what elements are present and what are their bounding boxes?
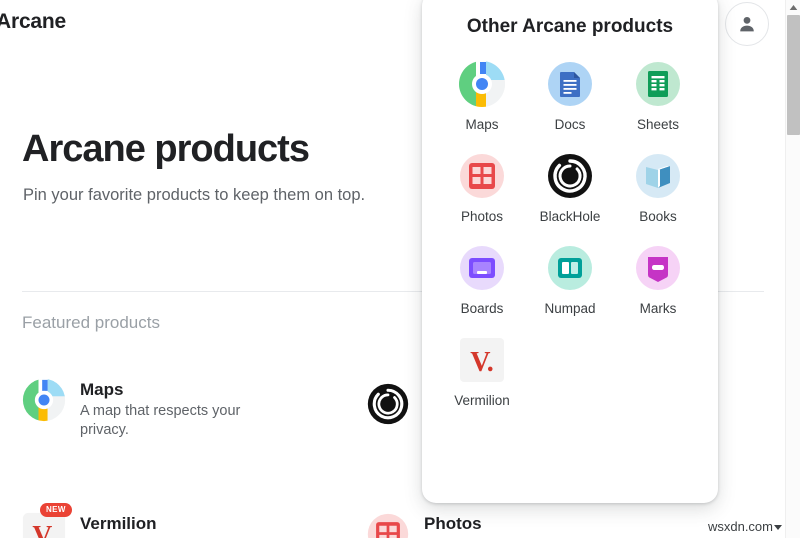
maps-icon	[22, 378, 66, 422]
svg-text:V.: V.	[470, 347, 494, 378]
vermilion-icon: NEW V.	[22, 512, 66, 538]
product-item-marks[interactable]: Marks	[614, 244, 702, 316]
featured-item-name: Maps	[80, 380, 270, 400]
blackhole-icon	[366, 382, 410, 426]
product-label: Sheets	[637, 117, 679, 132]
boards-icon	[458, 244, 506, 292]
featured-item-photos[interactable]: Photos	[366, 512, 482, 538]
product-item-blackhole[interactable]: BlackHole	[526, 152, 614, 224]
product-label: Marks	[640, 301, 677, 316]
marks-icon	[634, 244, 682, 292]
product-label: Photos	[461, 209, 503, 224]
product-label: BlackHole	[540, 209, 601, 224]
product-item-maps[interactable]: Maps	[438, 60, 526, 132]
product-label: Boards	[461, 301, 504, 316]
product-item-sheets[interactable]: Sheets	[614, 60, 702, 132]
photos-icon	[458, 152, 506, 200]
person-icon	[736, 13, 758, 35]
product-label: Books	[639, 209, 677, 224]
other-products-panel: Other Arcane products	[422, 0, 718, 503]
scroll-up-arrow-icon[interactable]	[786, 0, 800, 14]
product-item-books[interactable]: Books	[614, 152, 702, 224]
docs-icon	[546, 60, 594, 108]
vermilion-icon: V.	[458, 336, 506, 384]
product-item-vermilion[interactable]: V. Vermilion	[438, 336, 526, 408]
featured-item-text: Maps A map that respects your privacy.	[80, 378, 270, 440]
product-label: Numpad	[544, 301, 595, 316]
product-label: Vermilion	[454, 393, 510, 408]
product-item-docs[interactable]: Docs	[526, 60, 614, 132]
featured-item-maps[interactable]: Maps A map that respects your privacy.	[22, 378, 270, 440]
new-badge: NEW	[40, 503, 72, 517]
featured-item-text: Photos	[424, 512, 482, 534]
page-scrollbar[interactable]	[785, 0, 800, 538]
product-label: Docs	[555, 117, 586, 132]
browser-viewport: Arcane Arcane products Pin your favorite…	[0, 0, 800, 538]
featured-products-label: Featured products	[22, 313, 160, 333]
blackhole-icon	[546, 152, 594, 200]
featured-item-vermilion[interactable]: NEW V. Vermilion	[22, 512, 157, 538]
app-title: Arcane	[0, 10, 66, 34]
scrollbar-thumb[interactable]	[787, 15, 800, 135]
featured-item-blackhole[interactable]: BlackHole	[366, 382, 424, 426]
books-icon	[634, 152, 682, 200]
sheets-icon	[634, 60, 682, 108]
product-item-photos[interactable]: Photos	[438, 152, 526, 224]
watermark-caret-icon	[774, 525, 782, 530]
featured-item-name: Photos	[424, 514, 482, 534]
product-item-numpad[interactable]: Numpad	[526, 244, 614, 316]
panel-title: Other Arcane products	[422, 16, 718, 38]
featured-item-name: Vermilion	[80, 514, 157, 534]
maps-icon	[458, 60, 506, 108]
page-subtitle: Pin your favorite products to keep them …	[23, 186, 365, 205]
svg-text:V.: V.	[32, 519, 55, 538]
watermark: wsxdn.com	[708, 519, 782, 534]
products-grid: Maps Docs	[438, 60, 702, 408]
featured-item-text: Vermilion	[80, 512, 157, 534]
featured-item-description: A map that respects your privacy.	[80, 402, 270, 440]
numpad-icon	[546, 244, 594, 292]
page-title: Arcane products	[22, 128, 309, 171]
photos-icon	[366, 512, 410, 538]
account-avatar-button[interactable]	[725, 2, 769, 46]
product-label: Maps	[465, 117, 498, 132]
watermark-text: wsxdn.com	[708, 519, 773, 534]
product-item-boards[interactable]: Boards	[438, 244, 526, 316]
